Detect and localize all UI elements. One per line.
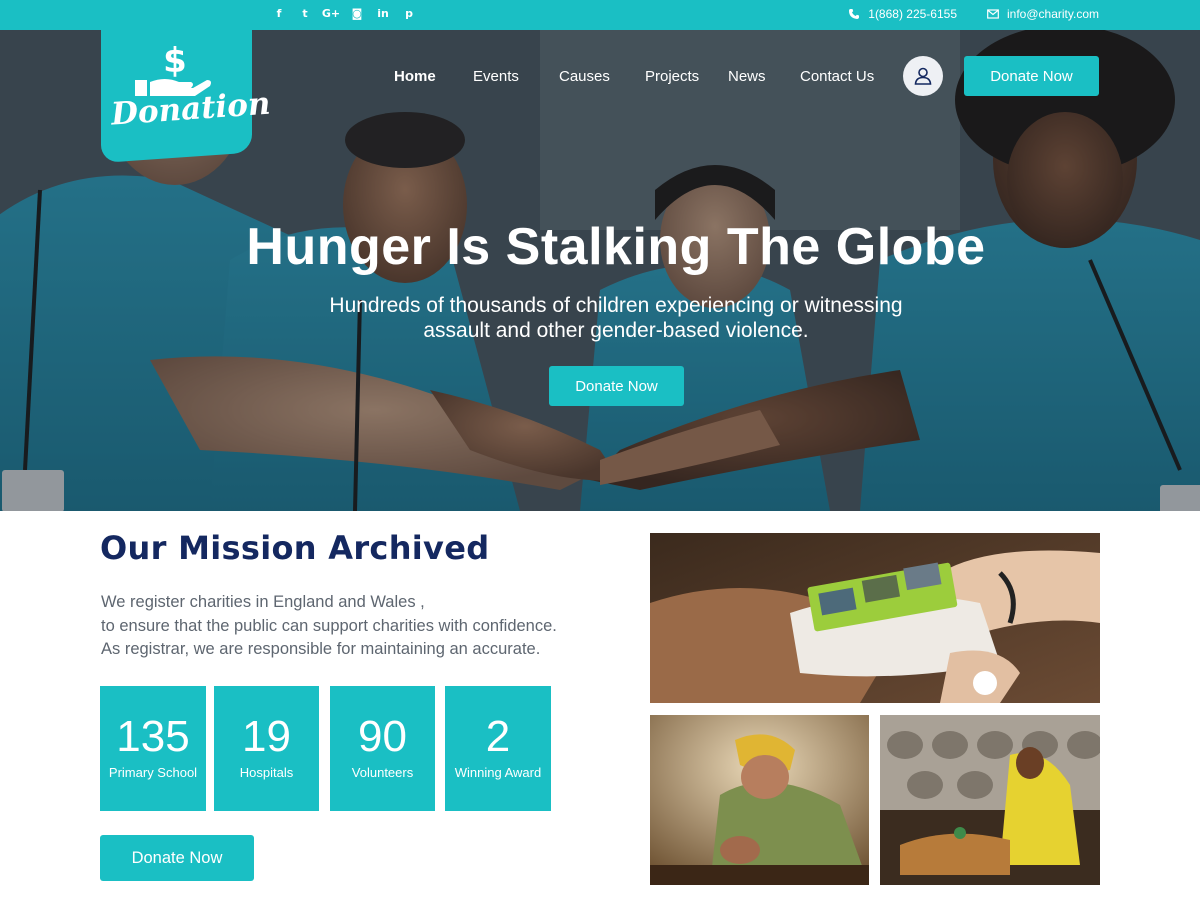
- stat-label: Winning Award: [454, 765, 542, 780]
- stat-value: 2: [485, 712, 511, 761]
- user-icon: [914, 67, 932, 85]
- email-contact[interactable]: info@charity.com: [987, 7, 1099, 21]
- homeless-man-photo: [650, 715, 869, 885]
- stat-value: 19: [242, 712, 291, 761]
- stat-label: Volunteers: [351, 765, 414, 780]
- stat-value: 135: [116, 712, 190, 761]
- stat-volunteers: 90 Volunteers: [330, 686, 435, 811]
- phone-contact[interactable]: 1(868) 225-6155: [848, 7, 957, 21]
- pinterest-icon[interactable]: p: [396, 7, 422, 20]
- mission-donate-button[interactable]: Donate Now: [100, 835, 254, 881]
- svg-text:$: $: [163, 42, 187, 81]
- site-logo[interactable]: $ Donation: [101, 30, 272, 163]
- google-plus-icon[interactable]: G+: [318, 7, 344, 20]
- nav-causes[interactable]: Causes: [559, 68, 610, 85]
- contact-info: 1(868) 225-6155 info@charity.com: [848, 7, 1099, 21]
- nav-news[interactable]: News: [728, 68, 766, 85]
- stat-winning-award: 2 Winning Award: [445, 686, 551, 811]
- linkedin-icon[interactable]: in: [370, 7, 396, 20]
- facebook-icon[interactable]: f: [266, 7, 292, 20]
- phone-icon: [849, 9, 860, 19]
- instagram-icon[interactable]: ◙: [344, 7, 370, 20]
- stat-label: Primary School: [108, 765, 198, 780]
- mission-description: We register charities in England and Wal…: [101, 591, 557, 662]
- food-handover-photo: [650, 533, 1100, 703]
- hero-title: Hunger Is Stalking The Globe: [246, 218, 986, 276]
- mission-line: As registrar, we are responsible for mai…: [101, 640, 541, 658]
- mission-line: to ensure that the public can support ch…: [101, 616, 557, 635]
- user-account-button[interactable]: [903, 56, 943, 96]
- homeless-woman-photo: [880, 715, 1100, 885]
- mission-title: Our Mission Archived: [100, 529, 490, 567]
- hero-subtitle: Hundreds of thousands of children experi…: [329, 294, 903, 342]
- stat-label: Hospitals: [239, 765, 294, 780]
- logo-text: Donation: [109, 85, 272, 133]
- email-address: info@charity.com: [1007, 7, 1099, 21]
- stat-hospitals: 19 Hospitals: [214, 686, 319, 811]
- social-links: f t G+ ◙ in p: [266, 7, 422, 20]
- nav-home[interactable]: Home: [394, 68, 436, 85]
- mail-icon: [987, 9, 999, 19]
- header-donate-button[interactable]: Donate Now: [964, 56, 1099, 96]
- stat-primary-school: 135 Primary School: [100, 686, 206, 811]
- phone-number: 1(868) 225-6155: [868, 7, 957, 21]
- hero-donate-button[interactable]: Donate Now: [549, 366, 684, 406]
- nav-events[interactable]: Events: [473, 68, 519, 85]
- nav-contact-us[interactable]: Contact Us: [800, 68, 874, 85]
- mission-line: We register charities in England and Wal…: [101, 593, 425, 611]
- stat-value: 90: [358, 712, 407, 761]
- nav-projects[interactable]: Projects: [645, 68, 699, 85]
- twitter-icon[interactable]: t: [292, 7, 318, 20]
